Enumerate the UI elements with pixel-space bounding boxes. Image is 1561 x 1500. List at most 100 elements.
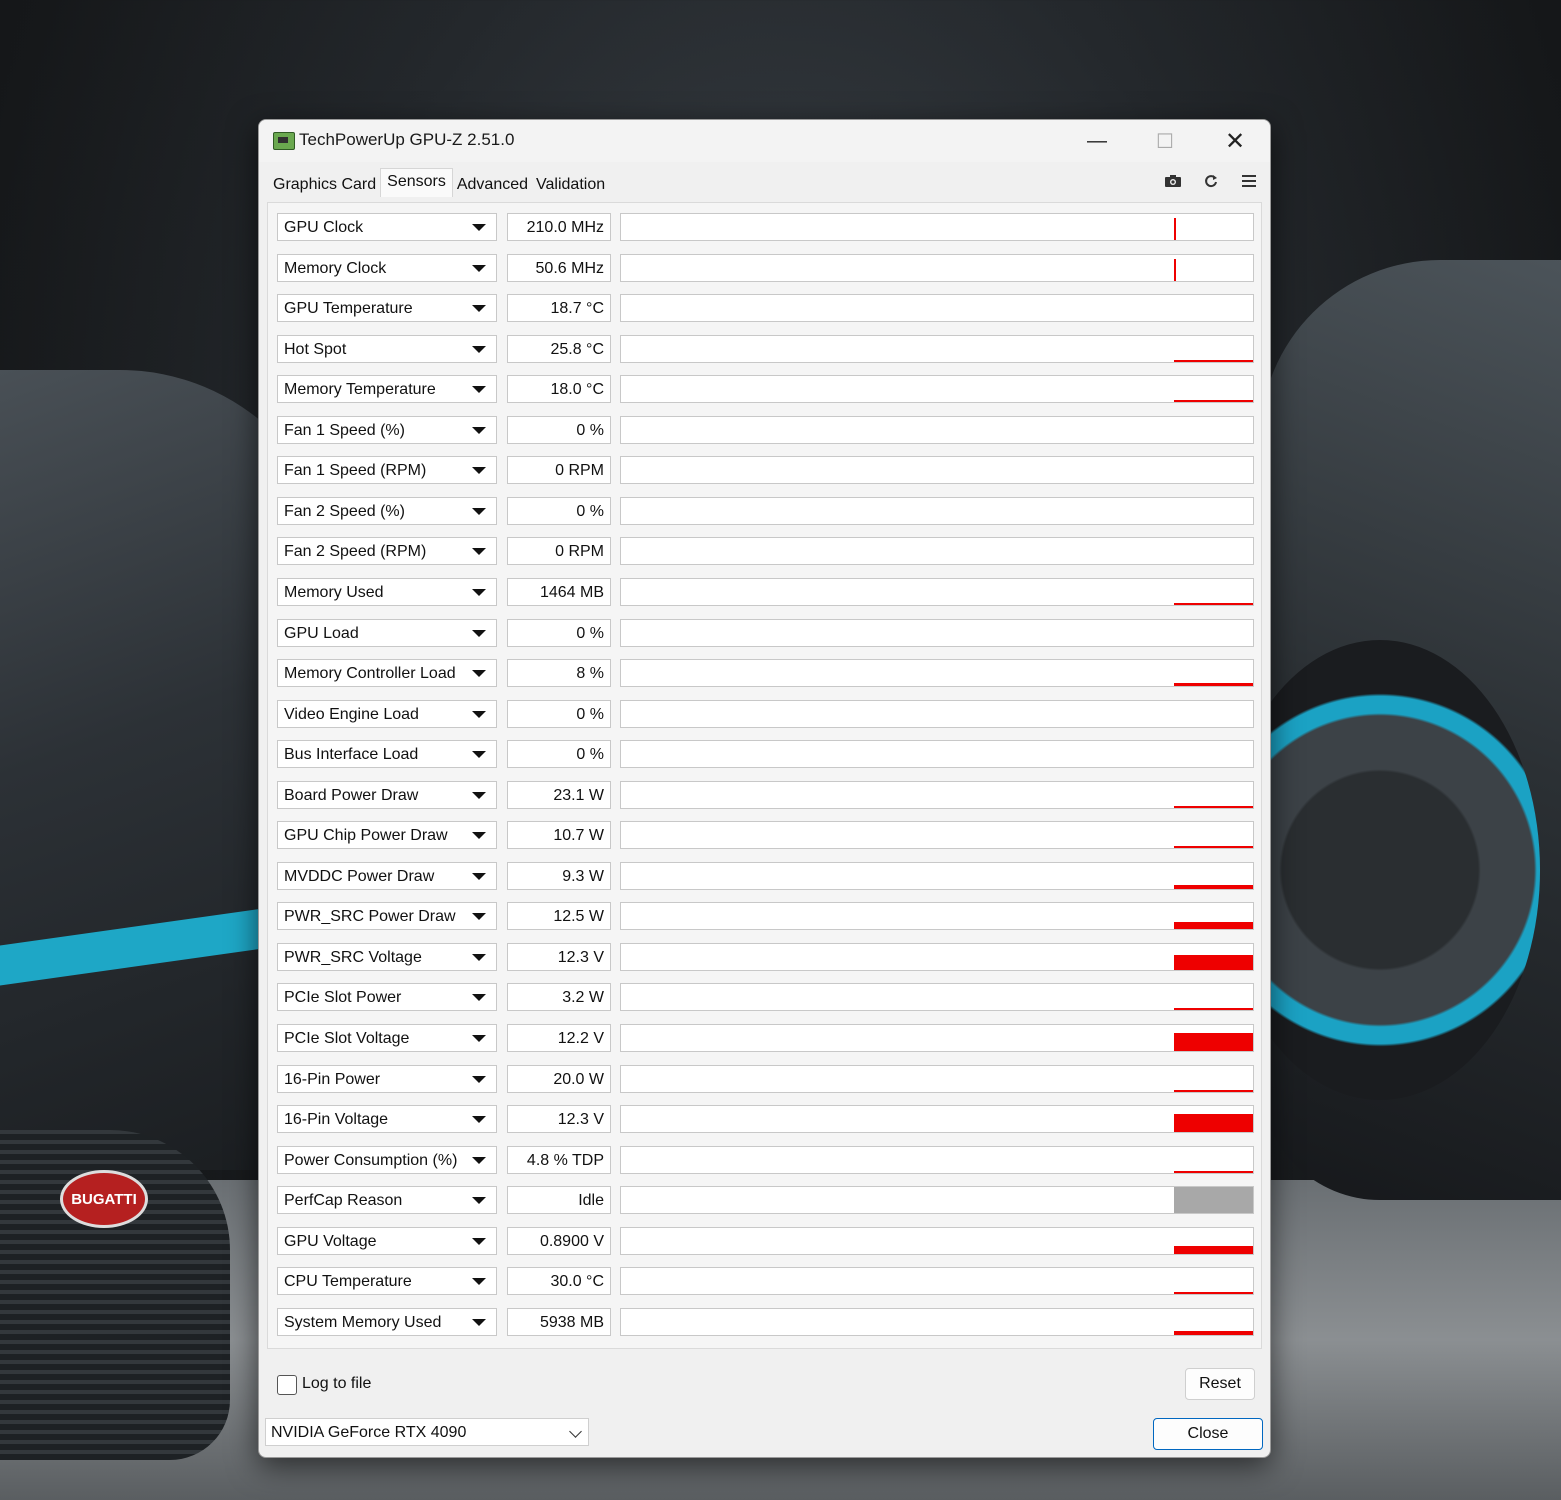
- dropdown-arrow-icon: [472, 1237, 486, 1245]
- dropdown-arrow-icon: [472, 588, 486, 596]
- sensor-trace: [1174, 805, 1253, 808]
- sensor-graph: [620, 456, 1254, 485]
- sensor-select[interactable]: Memory Controller Load: [277, 659, 497, 688]
- sensor-select[interactable]: Memory Used: [277, 577, 497, 606]
- sensor-graph: [620, 375, 1254, 404]
- sensor-name: MVDDC Power Draw: [284, 867, 435, 885]
- sensor-graph: [620, 902, 1254, 931]
- sensor-name: System Memory Used: [284, 1313, 442, 1331]
- sensor-graph: [620, 496, 1254, 525]
- close-window-button[interactable]: ✕: [1207, 120, 1263, 162]
- sensor-select[interactable]: System Memory Used: [277, 1307, 497, 1336]
- sensor-graph: [620, 294, 1254, 323]
- sensor-trace: [1174, 400, 1253, 403]
- sensor-name: GPU Voltage: [284, 1232, 377, 1250]
- sensor-select[interactable]: GPU Clock: [277, 213, 497, 241]
- sensor-select[interactable]: 16-Pin Voltage: [277, 1105, 497, 1134]
- tab-advanced[interactable]: Advanced: [453, 170, 532, 200]
- tab-validation[interactable]: Validation: [532, 170, 609, 200]
- sensor-select[interactable]: Fan 2 Speed (%): [277, 496, 497, 525]
- refresh-icon[interactable]: [1202, 172, 1220, 190]
- sensor-value: 18.7 °C: [507, 294, 611, 323]
- sensor-select[interactable]: MVDDC Power Draw: [277, 861, 497, 890]
- sensor-select[interactable]: Fan 1 Speed (RPM): [277, 456, 497, 485]
- sensor-value: 25.8 °C: [507, 334, 611, 363]
- sensor-select[interactable]: Video Engine Load: [277, 699, 497, 728]
- sensor-graph: [620, 537, 1254, 566]
- sensor-row: CPU Temperature 30.0 °C: [277, 1267, 1257, 1297]
- sensor-graph: [620, 1145, 1254, 1174]
- sensor-row: PWR_SRC Power Draw 12.5 W: [277, 902, 1257, 932]
- dropdown-arrow-icon: [472, 224, 486, 231]
- sensor-select[interactable]: GPU Temperature: [277, 294, 497, 323]
- chevron-down-icon: [569, 1425, 582, 1438]
- minimize-button[interactable]: —: [1069, 120, 1125, 162]
- sensor-row: PerfCap Reason Idle: [277, 1186, 1257, 1216]
- sensor-graph: [620, 942, 1254, 971]
- close-button[interactable]: Close: [1153, 1418, 1263, 1450]
- sensor-trace: [1174, 1114, 1253, 1133]
- sensor-row: PCIe Slot Power 3.2 W: [277, 983, 1257, 1013]
- sensor-select[interactable]: Board Power Draw: [277, 780, 497, 809]
- sensor-row: Hot Spot 25.8 °C: [277, 334, 1257, 365]
- sensor-graph: [620, 1064, 1254, 1093]
- sensor-value: 0 %: [507, 496, 611, 525]
- sensor-select[interactable]: Bus Interface Load: [277, 740, 497, 769]
- sensor-graph: [620, 577, 1254, 606]
- tab-sensors[interactable]: Sensors: [380, 168, 453, 197]
- sensor-value: 30.0 °C: [507, 1267, 611, 1296]
- sensor-row: 16-Pin Voltage 12.3 V: [277, 1105, 1257, 1135]
- sensor-graph: [620, 415, 1254, 444]
- sensor-graph: [620, 1024, 1254, 1052]
- tab-graphics-card[interactable]: Graphics Card: [269, 170, 380, 200]
- sensor-graph: [620, 213, 1254, 241]
- gpu-select[interactable]: NVIDIA GeForce RTX 4090: [265, 1418, 589, 1446]
- sensor-row: 16-Pin Power 20.0 W: [277, 1064, 1257, 1095]
- sensor-name: GPU Load: [284, 624, 359, 642]
- sensor-panel: GPU Clock 210.0 MHz Memory Clock 50.6 MHz GP…: [267, 202, 1262, 1349]
- sensor-select[interactable]: GPU Voltage: [277, 1226, 497, 1255]
- sensor-select[interactable]: Power Consumption (%): [277, 1145, 497, 1174]
- sensor-select[interactable]: GPU Chip Power Draw: [277, 821, 497, 850]
- dropdown-arrow-icon: [472, 1156, 486, 1164]
- car-badge-logo: BUGATTI: [60, 1170, 148, 1228]
- sensor-select[interactable]: PerfCap Reason: [277, 1186, 497, 1215]
- sensor-value: 1464 MB: [507, 577, 611, 606]
- sensor-select[interactable]: 16-Pin Power: [277, 1064, 497, 1093]
- background-car-rear: [1220, 260, 1561, 1200]
- menu-icon[interactable]: [1240, 172, 1258, 190]
- title-bar[interactable]: TechPowerUp GPU-Z 2.51.0 — ☐ ✕: [259, 120, 1270, 162]
- sensor-select[interactable]: Fan 1 Speed (%): [277, 415, 497, 444]
- sensor-value: 8 %: [507, 659, 611, 688]
- dropdown-arrow-icon: [472, 386, 486, 394]
- maximize-button[interactable]: ☐: [1137, 120, 1193, 162]
- reset-button[interactable]: Reset: [1185, 1368, 1255, 1400]
- log-to-file-checkbox[interactable]: [277, 1375, 297, 1395]
- camera-icon[interactable]: [1164, 172, 1182, 190]
- sensor-select[interactable]: PWR_SRC Power Draw: [277, 902, 497, 931]
- sensor-value: 0 RPM: [507, 537, 611, 566]
- sensor-row: GPU Temperature 18.7 °C: [277, 294, 1257, 324]
- sensor-graph: [620, 821, 1254, 850]
- sensor-value: 18.0 °C: [507, 375, 611, 404]
- sensor-graph: [620, 861, 1254, 890]
- sensor-value: 0.8900 V: [507, 1226, 611, 1255]
- sensor-select[interactable]: Memory Clock: [277, 253, 497, 282]
- sensor-select[interactable]: PCIe Slot Power: [277, 983, 497, 1012]
- sensor-graph: [620, 253, 1254, 282]
- sensor-graph: [620, 618, 1254, 647]
- dropdown-arrow-icon: [472, 913, 486, 921]
- sensor-name: Video Engine Load: [284, 705, 419, 723]
- sensor-row: System Memory Used 5938 MB: [277, 1307, 1257, 1338]
- sensor-trace: [1174, 954, 1253, 970]
- sensor-select[interactable]: GPU Load: [277, 618, 497, 647]
- sensor-select[interactable]: Fan 2 Speed (RPM): [277, 537, 497, 566]
- sensor-value: 12.3 V: [507, 942, 611, 971]
- sensor-name: GPU Clock: [284, 219, 364, 236]
- sensor-select[interactable]: PCIe Slot Voltage: [277, 1024, 497, 1052]
- sensor-select[interactable]: PWR_SRC Voltage: [277, 942, 497, 971]
- sensor-select[interactable]: Memory Temperature: [277, 375, 497, 404]
- sensor-select[interactable]: Hot Spot: [277, 334, 497, 363]
- sensor-select[interactable]: CPU Temperature: [277, 1267, 497, 1296]
- sensor-name: Hot Spot: [284, 340, 347, 358]
